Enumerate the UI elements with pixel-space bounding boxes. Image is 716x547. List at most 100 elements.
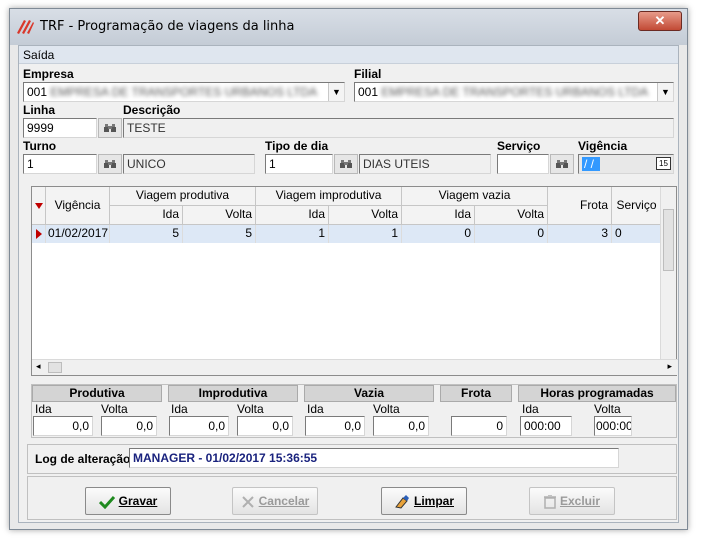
horas-volta-label: Volta bbox=[594, 402, 621, 416]
limpar-button[interactable]: Limpar bbox=[381, 487, 467, 515]
produtiva-volta-input[interactable]: 0,0 bbox=[101, 416, 157, 436]
eraser-icon bbox=[395, 494, 409, 509]
horas-ida-input[interactable]: 000:00 bbox=[520, 416, 572, 436]
vazia-ida-label: Ida bbox=[307, 402, 324, 416]
vazia-volta-input[interactable]: 0,0 bbox=[373, 416, 429, 436]
turno-label: Turno bbox=[23, 139, 57, 153]
cell-frota[interactable]: 3 bbox=[548, 225, 612, 243]
scroll-left-icon[interactable]: ◂ bbox=[36, 361, 41, 372]
client-area: Saída Empresa 001 EMPRESA DE TRANSPORTES… bbox=[18, 45, 679, 523]
binoculars-icon bbox=[340, 160, 352, 168]
servico-input[interactable] bbox=[497, 154, 549, 174]
produtiva-ida-label: Ida bbox=[35, 402, 52, 416]
improdutiva-volta-label: Volta bbox=[237, 402, 264, 416]
vazia-header: Vazia bbox=[304, 385, 434, 402]
app-logo-icon bbox=[17, 20, 34, 34]
menu-bar: Saída bbox=[19, 46, 678, 64]
empresa-combo[interactable]: 001 EMPRESA DE TRANSPORTES URBANOS LTDA … bbox=[23, 82, 345, 102]
col-prod-volta-header[interactable]: Volta bbox=[183, 206, 256, 225]
scroll-right-icon[interactable]: ▸ bbox=[667, 361, 672, 372]
filial-label: Filial bbox=[354, 67, 382, 81]
log-label: Log de alteração bbox=[35, 452, 131, 466]
linha-label: Linha bbox=[23, 103, 55, 117]
horas-volta-input[interactable]: 000:00 bbox=[594, 416, 632, 436]
produtiva-volta-label: Volta bbox=[101, 402, 128, 416]
cell-prod-volta[interactable]: 5 bbox=[183, 225, 256, 243]
col-improd-volta-header[interactable]: Volta bbox=[329, 206, 402, 225]
col-viagem-vazia-header: Viagem vazia bbox=[402, 187, 548, 206]
table-row[interactable]: 01/02/2017 5 5 1 1 0 0 3 0 bbox=[32, 225, 662, 243]
vigencia-date-input[interactable]: / / 15 bbox=[578, 154, 674, 174]
cell-prod-ida[interactable]: 5 bbox=[110, 225, 183, 243]
cancelar-label: Cancelar bbox=[258, 494, 310, 508]
log-field: MANAGER - 01/02/2017 15:36:55 bbox=[129, 448, 619, 468]
col-servico-header[interactable]: Serviço bbox=[612, 187, 662, 225]
chevron-down-icon[interactable]: ▼ bbox=[657, 83, 673, 101]
servico-label: Serviço bbox=[497, 139, 541, 153]
scroll-thumb[interactable] bbox=[663, 209, 674, 271]
cancel-x-icon bbox=[241, 496, 254, 508]
improdutiva-volta-input[interactable]: 0,0 bbox=[237, 416, 293, 436]
cancelar-button[interactable]: Cancelar bbox=[232, 487, 318, 515]
checkmark-icon bbox=[98, 495, 115, 509]
cell-improd-ida[interactable]: 1 bbox=[256, 225, 329, 243]
cell-servico[interactable]: 0 bbox=[612, 225, 662, 243]
close-button[interactable]: ✕ bbox=[638, 11, 682, 31]
excluir-button[interactable]: Excluir bbox=[529, 487, 615, 515]
chevron-down-icon[interactable]: ▼ bbox=[328, 83, 344, 101]
tipo-dia-input[interactable]: 1 bbox=[265, 154, 333, 174]
horas-programadas-header: Horas programadas bbox=[518, 385, 676, 402]
cell-improd-volta[interactable]: 1 bbox=[329, 225, 402, 243]
linha-lookup-button[interactable] bbox=[98, 118, 122, 138]
col-vigencia-header[interactable]: Vigência bbox=[46, 187, 110, 225]
turno-name-field: UNICO bbox=[123, 154, 255, 174]
calendar-icon[interactable]: 15 bbox=[656, 157, 671, 170]
trips-grid[interactable]: Vigência Viagem produtiva Ida Volta Viag… bbox=[31, 186, 678, 376]
vigencia-label: Vigência bbox=[578, 139, 628, 153]
gravar-label: Gravar bbox=[118, 494, 158, 508]
filial-name: EMPRESA DE TRANSPORTES URBANOS LTDA bbox=[381, 85, 649, 99]
servico-lookup-button[interactable] bbox=[550, 154, 574, 174]
col-vazia-ida-header[interactable]: Ida bbox=[402, 206, 475, 225]
binoculars-icon bbox=[104, 160, 116, 168]
empresa-code: 001 bbox=[27, 85, 48, 99]
trash-icon bbox=[543, 494, 556, 509]
col-vazia-volta-header[interactable]: Volta bbox=[475, 206, 548, 225]
binoculars-icon bbox=[556, 160, 568, 168]
window-title: TRF - Programação de viagens da linha bbox=[40, 19, 295, 34]
tipo-dia-lookup-button[interactable] bbox=[334, 154, 358, 174]
grid-horizontal-scrollbar[interactable]: ◂ ▸ bbox=[32, 359, 678, 375]
filial-combo[interactable]: 001 EMPRESA DE TRANSPORTES URBANOS LTDA … bbox=[354, 82, 674, 102]
cell-vigencia[interactable]: 01/02/2017 bbox=[46, 225, 110, 243]
vigencia-value: / / bbox=[582, 157, 601, 171]
col-improd-ida-header[interactable]: Ida bbox=[256, 206, 329, 225]
vazia-volta-label: Volta bbox=[373, 402, 400, 416]
turno-lookup-button[interactable] bbox=[98, 154, 122, 174]
descricao-label: Descrição bbox=[123, 103, 181, 117]
col-viagem-produtiva-header: Viagem produtiva bbox=[110, 187, 256, 206]
grid-indicator-header bbox=[32, 187, 46, 225]
improdutiva-ida-input[interactable]: 0,0 bbox=[169, 416, 229, 436]
cell-vazia-ida[interactable]: 0 bbox=[402, 225, 475, 243]
gravar-button[interactable]: Gravar bbox=[85, 487, 171, 515]
grid-vertical-scrollbar[interactable] bbox=[660, 187, 676, 359]
excluir-label: Excluir bbox=[559, 494, 601, 508]
frota-header: Frota bbox=[440, 385, 512, 402]
linha-input[interactable]: 9999 bbox=[23, 118, 97, 138]
produtiva-ida-input[interactable]: 0,0 bbox=[33, 416, 93, 436]
row-pointer-icon bbox=[36, 229, 42, 239]
frota-input[interactable]: 0 bbox=[451, 416, 507, 436]
tipo-dia-label: Tipo de dia bbox=[265, 139, 329, 153]
col-viagem-improdutiva-header: Viagem improdutiva bbox=[256, 187, 402, 206]
menu-item-saida[interactable]: Saída bbox=[23, 48, 54, 62]
scroll-thumb[interactable] bbox=[48, 362, 62, 373]
binoculars-icon bbox=[104, 124, 116, 132]
main-window: TRF - Programação de viagens da linha ✕ … bbox=[9, 8, 688, 530]
improdutiva-header: Improdutiva bbox=[168, 385, 298, 402]
vazia-ida-input[interactable]: 0,0 bbox=[305, 416, 365, 436]
sort-down-icon bbox=[35, 203, 43, 209]
col-frota-header[interactable]: Frota bbox=[548, 187, 612, 225]
turno-input[interactable]: 1 bbox=[23, 154, 97, 174]
cell-vazia-volta[interactable]: 0 bbox=[475, 225, 548, 243]
col-prod-ida-header[interactable]: Ida bbox=[110, 206, 183, 225]
